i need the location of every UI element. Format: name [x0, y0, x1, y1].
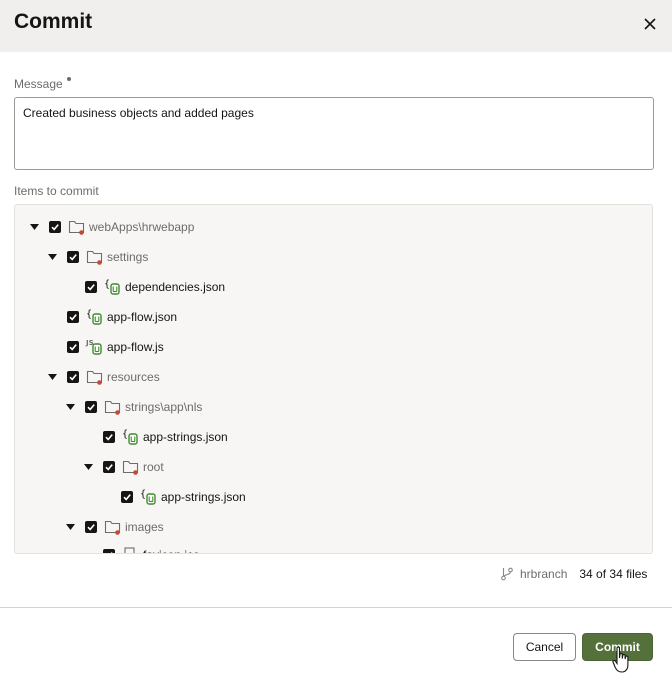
tree-item-label: root: [143, 460, 164, 474]
file-count: 34 of 34 files: [579, 567, 648, 581]
item-checkbox[interactable]: [85, 281, 97, 293]
tree-item-label: strings\app\nls: [125, 400, 203, 414]
file-icon: [121, 545, 141, 553]
item-checkbox[interactable]: [103, 549, 115, 553]
json-file-icon: {: [85, 307, 105, 327]
tree-row[interactable]: strings\app\nls: [65, 396, 202, 418]
items-tree[interactable]: webApps\hrwebapp settings { dependencies.js…: [14, 204, 653, 554]
tree-item-label: resources: [107, 370, 160, 384]
branch-info: hrbranch 34 of 34 files: [500, 566, 647, 582]
item-checkbox[interactable]: [49, 221, 61, 233]
dialog-title: Commit: [14, 10, 93, 33]
tree-row[interactable]: webApps\hrwebapp: [29, 216, 194, 238]
tree-row[interactable]: JS app-flow.js: [47, 336, 164, 358]
message-input[interactable]: Created business objects and added pages: [14, 97, 654, 170]
expand-caret-icon[interactable]: [65, 522, 75, 532]
folder-icon: [103, 397, 123, 417]
tree-item-label: app-strings.json: [161, 490, 246, 504]
expand-caret-icon[interactable]: [47, 252, 57, 262]
tree-row[interactable]: { app-strings.json: [83, 426, 228, 448]
item-checkbox[interactable]: [67, 251, 79, 263]
tree-item-label: webApps\hrwebapp: [89, 220, 195, 234]
branch-name: hrbranch: [520, 567, 568, 581]
item-checkbox[interactable]: [85, 521, 97, 533]
message-label: Message: [14, 76, 71, 92]
tree-row[interactable]: { app-flow.json: [47, 306, 177, 328]
expand-caret-icon[interactable]: [83, 462, 93, 472]
tree-item-label: favicon.ico: [143, 547, 200, 553]
svg-text:{: {: [122, 429, 128, 440]
svg-text:{: {: [86, 309, 92, 320]
expand-caret-icon[interactable]: [47, 372, 57, 382]
expand-caret-icon[interactable]: [65, 402, 75, 412]
json-file-icon: {: [103, 277, 123, 297]
tree-row[interactable]: images: [65, 516, 164, 538]
required-indicator: [66, 77, 71, 81]
json-file-icon: {: [121, 427, 141, 447]
tree-row[interactable]: resources: [47, 366, 160, 388]
item-checkbox[interactable]: [67, 311, 79, 323]
tree-item-label: settings: [107, 250, 149, 264]
branch-icon: [501, 567, 513, 581]
item-checkbox[interactable]: [103, 431, 115, 443]
hand-cursor-icon: [612, 646, 629, 673]
footer-divider: [0, 607, 672, 608]
item-checkbox[interactable]: [67, 341, 79, 353]
cancel-button[interactable]: Cancel: [513, 633, 576, 661]
folder-icon: [121, 457, 141, 477]
items-label: Items to commit: [14, 184, 99, 198]
tree-item-label: dependencies.json: [125, 280, 226, 294]
tree-item-label: app-flow.js: [107, 340, 164, 354]
item-checkbox[interactable]: [121, 491, 133, 503]
close-button[interactable]: [638, 12, 662, 36]
js-file-icon: JS: [85, 337, 105, 357]
tree-row[interactable]: { dependencies.json: [65, 276, 225, 298]
tree-item-label: images: [125, 520, 164, 534]
tree-row[interactable]: root: [83, 456, 164, 478]
tree-row[interactable]: settings: [47, 246, 148, 268]
svg-text:{: {: [140, 489, 146, 500]
item-checkbox[interactable]: [103, 461, 115, 473]
json-file-icon: {: [139, 487, 159, 507]
tree-item-label: app-strings.json: [143, 430, 228, 444]
tree-item-label: app-flow.json: [107, 310, 178, 324]
close-icon: [644, 18, 656, 30]
dialog-header: Commit: [0, 0, 672, 52]
svg-text:{: {: [104, 279, 110, 290]
tree-row[interactable]: { app-strings.json: [101, 486, 246, 508]
item-checkbox[interactable]: [67, 371, 79, 383]
item-checkbox[interactable]: [85, 401, 97, 413]
folder-icon: [85, 247, 105, 267]
folder-icon: [67, 217, 87, 237]
tree-row[interactable]: favicon.ico: [83, 544, 200, 553]
folder-icon: [85, 367, 105, 387]
expand-caret-icon[interactable]: [29, 222, 39, 232]
folder-icon: [103, 517, 123, 537]
